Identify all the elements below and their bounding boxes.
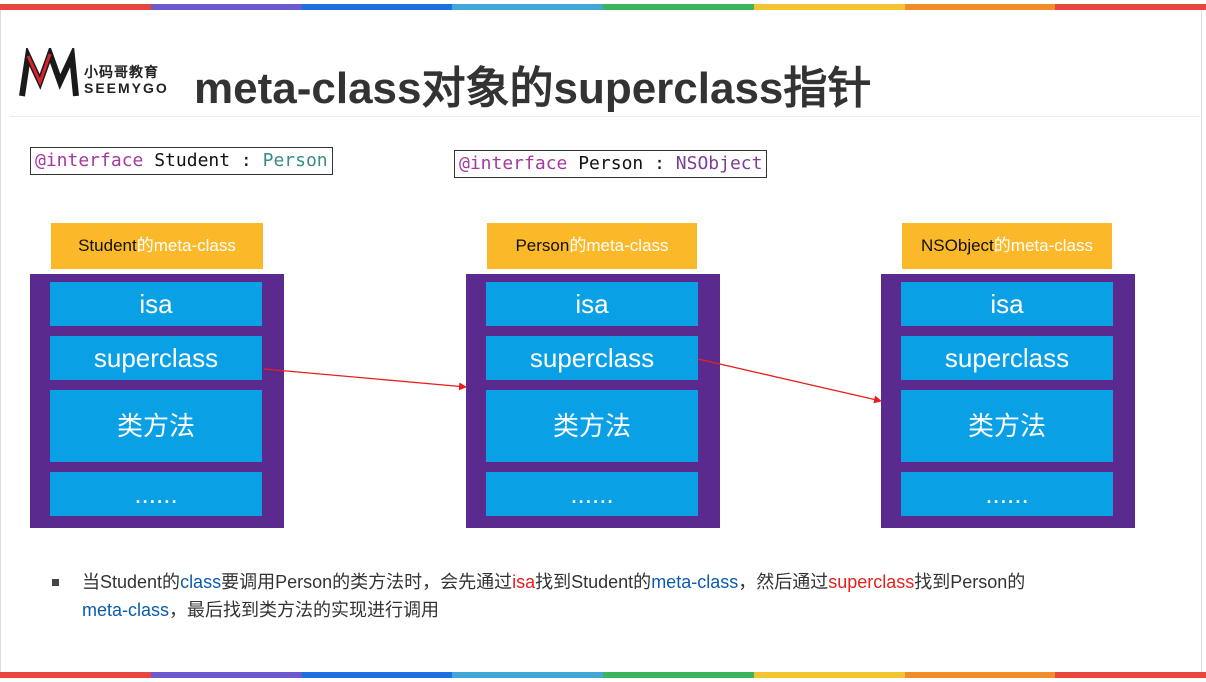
stripe-segment [603,672,754,678]
person-metaclass-label: Person的meta-class [487,223,697,269]
label-suffix: 的meta-class [993,236,1093,255]
code-keyword: @interface [459,153,568,174]
stripe-segment [753,4,905,10]
stripe-segment [904,4,1056,10]
seemygo-logo-icon [19,48,79,97]
note-text: 当Student的class要调用Person的类方法时，会先通过isa找到St… [82,568,1152,624]
stripe-segment [301,4,453,10]
student-interface-code: @interface Student : Person [30,147,333,175]
ellipsis-cell: ...... [50,472,262,516]
student-to-person-arrow [263,368,467,391]
title-divider [10,116,1200,117]
student-metaclass-box: isa superclass 类方法 ...... [30,274,284,528]
code-class-name: Person [578,153,644,174]
ellipsis-cell: ...... [901,472,1113,516]
nsobject-metaclass-label: NSObject的meta-class [902,223,1112,269]
logo: 小码哥教育 SEEMYGO [18,44,178,100]
note-segment: 要调用Person的类方法时，会先通过 [221,572,513,592]
note-highlight-superclass: superclass [828,572,915,592]
note-highlight-metaclass: meta-class [82,600,170,620]
code-superclass-name: NSObject [675,153,763,174]
person-interface-code: @interface Person : NSObject [454,150,768,178]
code-keyword: @interface [35,150,144,171]
nsobject-metaclass-box: isa superclass 类方法 ...... [881,274,1135,528]
note-segment: ，然后通过 [738,572,829,592]
code-colon: : [240,150,252,171]
label-class-name: NSObject [921,236,994,255]
stripe-segment [452,672,603,678]
person-metaclass-box: isa superclass 类方法 ...... [466,274,720,528]
note-highlight-class: class [180,572,222,592]
class-methods-cell: 类方法 [50,390,262,462]
student-metaclass-label: Student的meta-class [51,223,263,269]
label-suffix: 的meta-class [136,236,236,255]
note-segment: 当Student的 [82,572,181,592]
stripe-segment [1055,672,1206,678]
stripe-segment [1055,4,1206,10]
note-highlight-isa: isa [512,572,536,592]
superclass-cell: superclass [50,336,262,380]
bullet-icon [52,579,59,586]
frame-right-line [1201,10,1202,672]
class-methods-cell: 类方法 [486,390,698,462]
label-class-name: Student [78,236,137,255]
code-superclass-name: Person [262,150,328,171]
isa-cell: isa [486,282,698,326]
note-highlight-metaclass: meta-class [651,572,739,592]
stripe-segment [150,672,302,678]
logo-english-text: SEEMYGO [84,80,169,96]
class-methods-cell: 类方法 [901,390,1113,462]
person-to-nsobject-arrow [697,358,882,404]
isa-cell: isa [901,282,1113,326]
note-segment: 找到Student的 [535,572,652,592]
stripe-segment [0,672,151,678]
superclass-cell: superclass [486,336,698,380]
label-suffix: 的meta-class [569,236,669,255]
stripe-segment [452,4,603,10]
code-class-name: Student [154,150,231,171]
stripe-segment [603,4,754,10]
code-colon: : [654,153,665,174]
logo-chinese-text: 小码哥教育 [84,64,159,80]
stripe-segment [904,672,1056,678]
stripe-segment [301,672,453,678]
stripe-segment [0,4,151,10]
note-segment: ，最后找到类方法的实现进行调用 [169,600,440,620]
isa-cell: isa [50,282,262,326]
frame-left-line [0,10,1,672]
page-title: meta-class对象的superclass指针 [194,64,872,113]
stripe-segment [753,672,905,678]
ellipsis-cell: ...... [486,472,698,516]
top-color-stripe [0,4,1206,10]
note-segment: 找到Person的 [914,572,1026,592]
superclass-cell: superclass [901,336,1113,380]
label-class-name: Person [515,236,570,255]
explanation-note: 当Student的class要调用Person的类方法时，会先通过isa找到St… [52,568,1152,624]
bottom-color-stripe [0,672,1206,678]
stripe-segment [150,4,302,10]
